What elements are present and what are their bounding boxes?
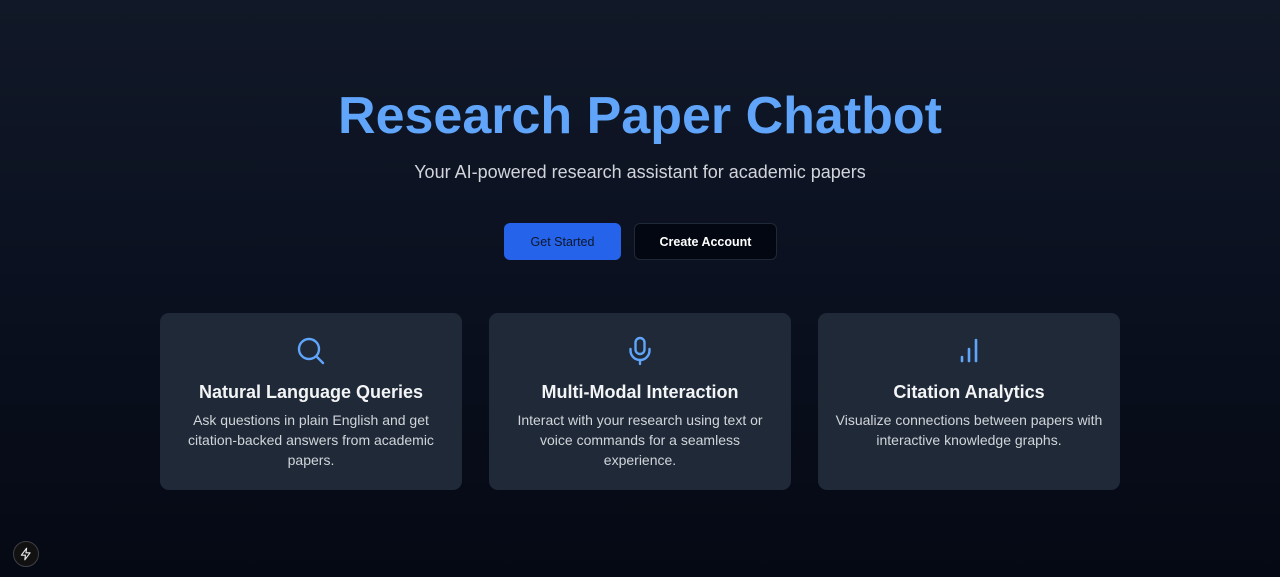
feature-cards: Natural Language Queries Ask questions i… — [160, 313, 1120, 490]
page-subtitle: Your AI-powered research assistant for a… — [414, 162, 866, 182]
search-icon — [297, 337, 325, 365]
feature-title: Multi-Modal Interaction — [541, 382, 739, 402]
feature-description: Visualize connections between papers wit… — [835, 412, 1103, 448]
feature-title: Citation Analytics — [893, 382, 1045, 402]
dev-tools-badge[interactable] — [13, 541, 39, 567]
lightning-icon — [20, 547, 31, 561]
feature-card-natural-language: Natural Language Queries Ask questions i… — [160, 313, 462, 490]
bar-chart-icon — [960, 338, 978, 363]
create-account-button[interactable]: Create Account — [634, 223, 777, 260]
microphone-icon — [629, 336, 651, 366]
get-started-button[interactable]: Get Started — [504, 223, 621, 260]
feature-description: Interact with your research using text o… — [517, 412, 763, 468]
feature-title: Natural Language Queries — [198, 382, 424, 402]
feature-card-citation-analytics: Citation Analytics Visualize connections… — [818, 313, 1120, 490]
feature-card-multi-modal: Multi-Modal Interaction Interact with yo… — [489, 313, 791, 490]
hero-actions: Get Started Create Account — [504, 223, 777, 260]
feature-description: Ask questions in plain English and get c… — [188, 412, 434, 468]
page-title: Research Paper Chatbot — [338, 87, 942, 145]
